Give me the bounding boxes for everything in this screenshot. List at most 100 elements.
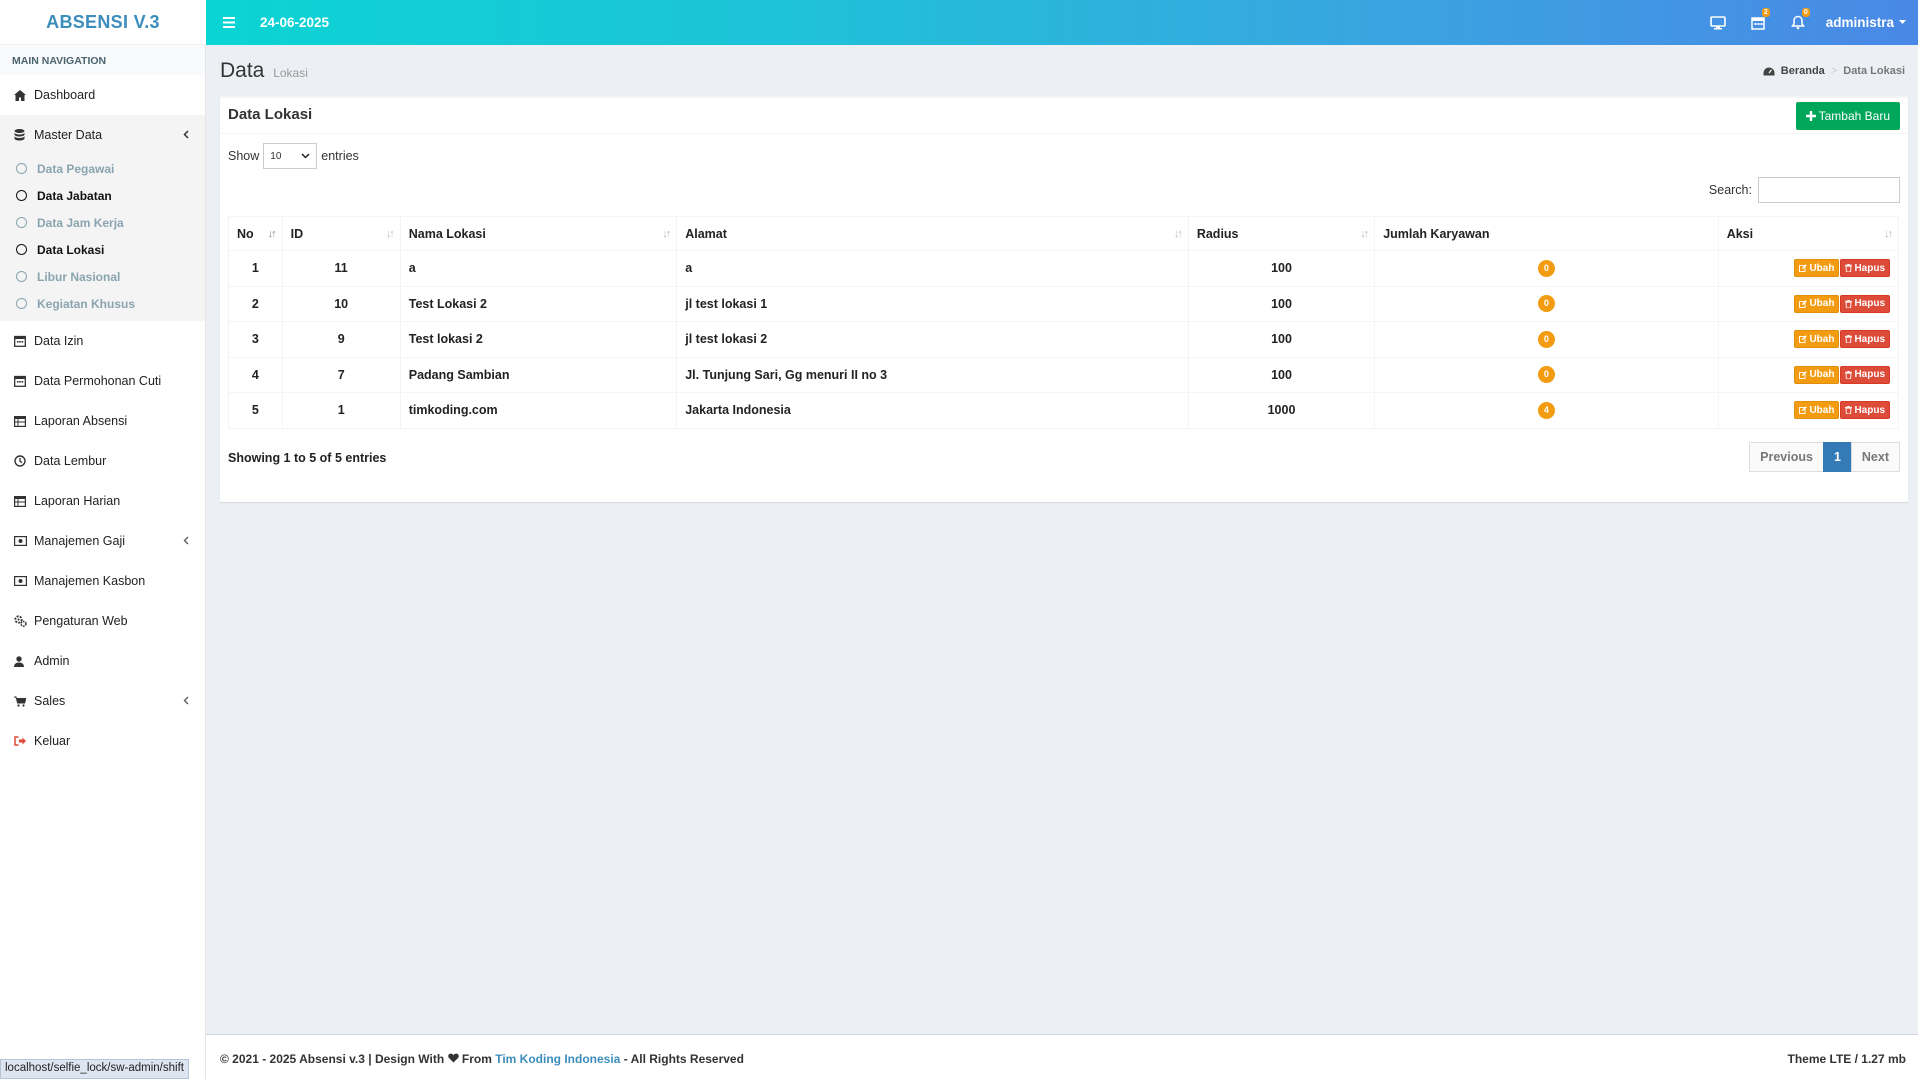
sidebar-item-label: Admin bbox=[34, 654, 70, 668]
cell-id: 11 bbox=[281, 250, 401, 287]
sidebar-item-admin[interactable]: Admin bbox=[0, 641, 205, 681]
circle-icon bbox=[16, 271, 27, 282]
cell-radius: 100 bbox=[1187, 356, 1376, 393]
cell-jumlah-karyawan: 0 bbox=[1374, 250, 1719, 287]
sidebar-item-sales[interactable]: Sales bbox=[0, 681, 205, 721]
edit-label: Ubah bbox=[1809, 298, 1835, 310]
sidebar-item-data-permohonan-cuti[interactable]: Data Permohonan Cuti bbox=[0, 361, 205, 401]
data-lokasi-box: Data Lokasi Tambah Baru Show 10 entries … bbox=[220, 96, 1908, 502]
footer-prefix: © 2021 - 2025 Absensi v.3 | Design With bbox=[220, 1052, 445, 1066]
column-header-nama-lokasi[interactable]: Nama Lokasi ↓↑ bbox=[399, 216, 678, 251]
delete-button[interactable]: Hapus bbox=[1840, 294, 1890, 313]
delete-label: Hapus bbox=[1854, 404, 1885, 416]
table-header-row: No ↓↑ ID ↓↑ Nama Lokasi ↓↑ Alamat ↓↑ Radius ↓… bbox=[228, 216, 1900, 251]
delete-button[interactable]: Hapus bbox=[1840, 330, 1890, 349]
delete-button[interactable]: Hapus bbox=[1840, 365, 1890, 384]
column-header-id[interactable]: ID ↓↑ bbox=[281, 216, 401, 251]
footer-link[interactable]: Tim Koding Indonesia bbox=[495, 1052, 620, 1066]
sidebar-item-manajemen-kasbon[interactable]: Manajemen Kasbon bbox=[0, 561, 205, 601]
dashboard-icon bbox=[1763, 67, 1775, 75]
sidebar-item-pengaturan-web[interactable]: Pengaturan Web bbox=[0, 601, 205, 641]
pagination-page-1[interactable]: 1 bbox=[1822, 442, 1852, 472]
breadcrumb-home[interactable]: Beranda bbox=[1781, 65, 1825, 77]
user-icon bbox=[14, 655, 24, 667]
edit-button[interactable]: Ubah bbox=[1794, 365, 1840, 384]
page-title: Data Lokasi bbox=[220, 59, 308, 83]
cell-jumlah-karyawan: 0 bbox=[1374, 356, 1719, 393]
navbar: 24-06-2025 2 0 administra bbox=[206, 0, 1918, 45]
sidebar-item-keluar[interactable]: Keluar bbox=[0, 721, 205, 761]
table-row: 4 7 Padang Sambian Jl. Tunjung Sari, Gg men… bbox=[228, 356, 1900, 393]
footer-from: From bbox=[461, 1052, 492, 1066]
count-badge: 0 bbox=[1537, 330, 1555, 348]
calendar-notif-button[interactable]: 2 bbox=[1738, 0, 1778, 45]
entries-select[interactable]: 10 bbox=[263, 143, 318, 169]
cell-jumlah-karyawan: 0 bbox=[1374, 321, 1719, 358]
money-icon bbox=[14, 536, 27, 546]
add-new-button[interactable]: Tambah Baru bbox=[1795, 102, 1900, 130]
column-header-aksi[interactable]: Aksi ↓↑ bbox=[1717, 216, 1900, 251]
monitor-button[interactable] bbox=[1698, 0, 1738, 45]
pagination-previous[interactable]: Previous bbox=[1749, 442, 1824, 472]
edit-label: Ubah bbox=[1809, 262, 1835, 274]
sidebar-item-label: Manajemen Gaji bbox=[34, 534, 126, 548]
notification-button[interactable]: 0 bbox=[1778, 0, 1818, 45]
sidebar-item-laporan-absensi[interactable]: Laporan Absensi bbox=[0, 401, 205, 441]
cell-id: 10 bbox=[281, 285, 401, 322]
box-header: Data Lokasi Tambah Baru bbox=[220, 98, 1908, 134]
edit-label: Ubah bbox=[1809, 404, 1835, 416]
trash-icon bbox=[1845, 406, 1853, 415]
count-badge: 0 bbox=[1537, 295, 1555, 313]
sidebar-subitem-data-jabatan[interactable]: Data Jabatan bbox=[0, 182, 205, 209]
sidebar-item-manajemen-gaji[interactable]: Manajemen Gaji bbox=[0, 521, 205, 561]
page-subtitle: Lokasi bbox=[273, 66, 308, 80]
app-logo[interactable]: ABSENSI V.3 bbox=[0, 0, 206, 45]
sidebar-subitem-label: Data Jabatan bbox=[37, 188, 112, 203]
sidebar-toggle-button[interactable] bbox=[210, 17, 248, 28]
edit-button[interactable]: Ubah bbox=[1794, 259, 1840, 278]
sidebar-subitem-data-jam-kerja[interactable]: Data Jam Kerja bbox=[0, 209, 205, 236]
column-header-no[interactable]: No ↓↑ bbox=[228, 216, 283, 251]
sidebar-subitem-libur-nasional[interactable]: Libur Nasional bbox=[0, 263, 205, 290]
sidebar-subitem-data-pegawai[interactable]: Data Pegawai bbox=[0, 155, 205, 182]
sidebar-item-master-data[interactable]: Master Data bbox=[0, 115, 205, 155]
column-header-alamat[interactable]: Alamat ↓↑ bbox=[676, 216, 1189, 251]
sort-icon: ↓↑ bbox=[385, 228, 395, 240]
column-header-label: Jumlah Karyawan bbox=[1383, 226, 1490, 241]
sidebar-subitem-kegiatan-khusus[interactable]: Kegiatan Khusus bbox=[0, 290, 205, 317]
search-input[interactable] bbox=[1758, 177, 1900, 203]
calendar-icon bbox=[14, 335, 26, 347]
count-badge: 0 bbox=[1537, 366, 1555, 384]
trash-icon bbox=[1845, 264, 1853, 273]
count-badge: 4 bbox=[1537, 401, 1555, 419]
sidebar-item-data-lembur[interactable]: Data Lembur bbox=[0, 441, 205, 481]
table-row: 3 9 Test lokasi 2 jl test lokasi 2 100 0 Ubah H… bbox=[228, 321, 1900, 358]
sidebar-item-laporan-harian[interactable]: Laporan Harian bbox=[0, 481, 205, 521]
edit-button[interactable]: Ubah bbox=[1794, 401, 1840, 420]
user-menu[interactable]: administra bbox=[1818, 15, 1918, 30]
column-header-radius[interactable]: Radius ↓↑ bbox=[1187, 216, 1376, 251]
entries-label: entries bbox=[321, 149, 359, 163]
cell-radius: 100 bbox=[1187, 285, 1376, 322]
cart-icon bbox=[14, 696, 26, 707]
sidebar-subitem-label: Data Lokasi bbox=[37, 242, 105, 257]
sidebar-item-dashboard[interactable]: Dashboard bbox=[0, 75, 205, 115]
edit-button[interactable]: Ubah bbox=[1794, 330, 1840, 349]
delete-button[interactable]: Hapus bbox=[1840, 259, 1890, 278]
pagination-next[interactable]: Next bbox=[1850, 442, 1900, 472]
sidebar-subitem-data-lokasi[interactable]: Data Lokasi bbox=[0, 236, 205, 263]
circle-icon bbox=[16, 163, 27, 174]
footer-suffix: - All Rights Reserved bbox=[623, 1052, 744, 1066]
sidebar-subitem-label: Data Pegawai bbox=[37, 161, 115, 176]
sort-icon: ↓↑ bbox=[1884, 228, 1893, 240]
table-info: Showing 1 to 5 of 5 entries bbox=[228, 451, 387, 465]
cell-nama-lokasi: timkoding.com bbox=[399, 392, 678, 429]
sidebar-item-data-izin[interactable]: Data Izin bbox=[0, 321, 205, 361]
delete-button[interactable]: Hapus bbox=[1840, 401, 1890, 420]
table-row: 1 11 a a 100 0 Ubah Hapus bbox=[228, 250, 1900, 287]
cell-nama-lokasi: Test Lokasi 2 bbox=[399, 285, 678, 322]
cell-id: 1 bbox=[281, 392, 401, 429]
edit-button[interactable]: Ubah bbox=[1794, 294, 1840, 313]
heart-icon bbox=[447, 1053, 459, 1063]
gears-icon bbox=[14, 615, 27, 627]
